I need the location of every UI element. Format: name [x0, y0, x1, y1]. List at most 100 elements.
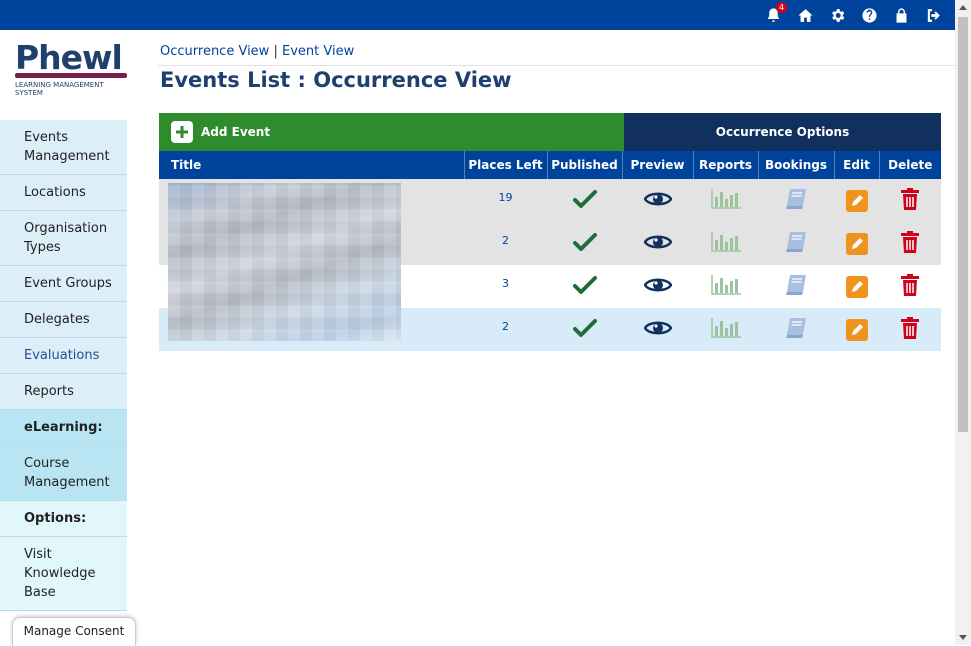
edit-cell — [834, 179, 879, 222]
help-icon[interactable] — [859, 5, 879, 25]
edit-cell — [834, 265, 879, 308]
trash-icon[interactable] — [900, 273, 920, 296]
gear-icon[interactable] — [827, 5, 847, 25]
redaction-pixelation — [168, 183, 401, 341]
bookings-cell — [758, 308, 834, 351]
places-left-value: 19 — [498, 191, 513, 204]
sidebar-item-visit-knowledge-base[interactable]: Visit Knowledge Base — [0, 537, 127, 611]
eye-icon[interactable] — [643, 190, 672, 208]
table-header-row: Title Places Left Published Preview Repo… — [159, 151, 941, 179]
add-event-label: Add Event — [201, 125, 271, 139]
eye-icon[interactable] — [643, 233, 672, 251]
edit-pencil-icon[interactable] — [845, 232, 868, 255]
breadcrumb-divider — [158, 65, 955, 66]
places-left-cell: 19 — [464, 179, 547, 222]
delete-cell — [879, 265, 941, 308]
page-scrollbar[interactable] — [955, 0, 971, 645]
published-cell — [547, 265, 622, 308]
occurrence-options-button[interactable]: Occurrence Options — [624, 113, 941, 151]
bar-chart-icon[interactable] — [710, 231, 742, 253]
column-header-published: Published — [546, 151, 622, 179]
add-event-button[interactable]: Add Event — [159, 113, 624, 151]
top-icons: 4 — [763, 2, 943, 25]
reports-cell — [693, 308, 758, 351]
column-header-preview: Preview — [621, 151, 693, 179]
bar-chart-icon[interactable] — [710, 188, 742, 210]
places-left-value: 2 — [502, 320, 509, 333]
preview-cell — [622, 265, 693, 308]
places-left-cell: 3 — [464, 265, 547, 308]
bookings-cell — [758, 265, 834, 308]
places-left-cell: 2 — [464, 308, 547, 351]
published-check-icon — [572, 189, 597, 209]
book-icon[interactable] — [784, 317, 808, 339]
lock-icon[interactable] — [891, 5, 911, 25]
book-icon[interactable] — [784, 188, 808, 210]
column-header-delete: Delete — [878, 151, 941, 179]
home-icon[interactable] — [795, 5, 815, 25]
logo-subtitle: LEARNING MANAGEMENT SYSTEM — [15, 81, 104, 97]
scroll-thumb[interactable] — [958, 17, 968, 432]
breadcrumb-separator: | — [273, 44, 278, 59]
sidebar-item-delegates[interactable]: Delegates — [0, 302, 127, 338]
edit-cell — [834, 308, 879, 351]
trash-icon[interactable] — [900, 230, 920, 253]
book-icon[interactable] — [784, 231, 808, 253]
published-cell — [547, 308, 622, 351]
breadcrumb-event-view-link[interactable]: Event View — [282, 44, 354, 59]
bookings-cell — [758, 222, 834, 265]
places-left-cell: 2 — [464, 222, 547, 265]
column-header-places-left[interactable]: Places Left — [463, 151, 547, 179]
preview-cell — [622, 308, 693, 351]
preview-cell — [622, 179, 693, 222]
scroll-up-arrow-icon[interactable] — [959, 5, 967, 10]
published-check-icon — [572, 275, 597, 295]
notification-badge: 4 — [776, 2, 787, 13]
manage-consent-button[interactable]: Manage Consent — [12, 617, 136, 646]
edit-pencil-icon[interactable] — [845, 189, 868, 212]
action-bar: Add Event Occurrence Options — [159, 113, 941, 151]
sidebar-item-reports[interactable]: Reports — [0, 374, 127, 410]
trash-icon[interactable] — [900, 187, 920, 210]
eye-icon[interactable] — [643, 276, 672, 294]
book-icon[interactable] — [784, 274, 808, 296]
column-header-reports: Reports — [692, 151, 758, 179]
edit-cell — [834, 222, 879, 265]
sidebar-section-options: Options: — [0, 501, 127, 537]
preview-cell — [622, 222, 693, 265]
published-cell — [547, 222, 622, 265]
bar-chart-icon[interactable] — [710, 317, 742, 339]
delete-cell — [879, 308, 941, 351]
logo-wordmark: Phewl — [15, 38, 123, 77]
page-title: Events List : Occurrence View — [160, 68, 512, 92]
scroll-down-arrow-icon[interactable] — [959, 635, 967, 640]
sidebar-item-course-management[interactable]: Course Management — [0, 446, 127, 501]
sidebar-item-organisation-types[interactable]: Organisation Types — [0, 211, 127, 266]
sidebar-nav: Events Management Locations Organisation… — [0, 120, 127, 611]
published-check-icon — [572, 232, 597, 252]
sidebar-item-locations[interactable]: Locations — [0, 175, 127, 211]
published-check-icon — [572, 318, 597, 338]
eye-icon[interactable] — [643, 319, 672, 337]
delete-cell — [879, 222, 941, 265]
edit-pencil-icon[interactable] — [845, 275, 868, 298]
sidebar-item-events-management[interactable]: Events Management — [0, 120, 127, 175]
redacted-event-titles — [168, 183, 401, 341]
trash-icon[interactable] — [900, 316, 920, 339]
places-left-value: 2 — [502, 234, 509, 247]
sidebar-section-elearning: eLearning: — [0, 410, 127, 446]
places-left-value: 3 — [502, 277, 509, 290]
breadcrumb: Occurrence View | Event View — [160, 44, 354, 59]
column-header-title[interactable]: Title — [159, 151, 464, 179]
bar-chart-icon[interactable] — [710, 274, 742, 296]
sidebar-item-evaluations[interactable]: Evaluations — [0, 338, 127, 374]
breadcrumb-occurrence-view-link[interactable]: Occurrence View — [160, 44, 269, 59]
reports-cell — [693, 265, 758, 308]
sidebar-item-event-groups[interactable]: Event Groups — [0, 266, 127, 302]
phewl-logo[interactable]: Phewl LEARNING MANAGEMENT SYSTEM — [15, 40, 130, 97]
logout-icon[interactable] — [923, 5, 943, 25]
column-header-edit: Edit — [833, 151, 879, 179]
bell-icon[interactable]: 4 — [763, 2, 787, 25]
reports-cell — [693, 222, 758, 265]
edit-pencil-icon[interactable] — [845, 318, 868, 341]
